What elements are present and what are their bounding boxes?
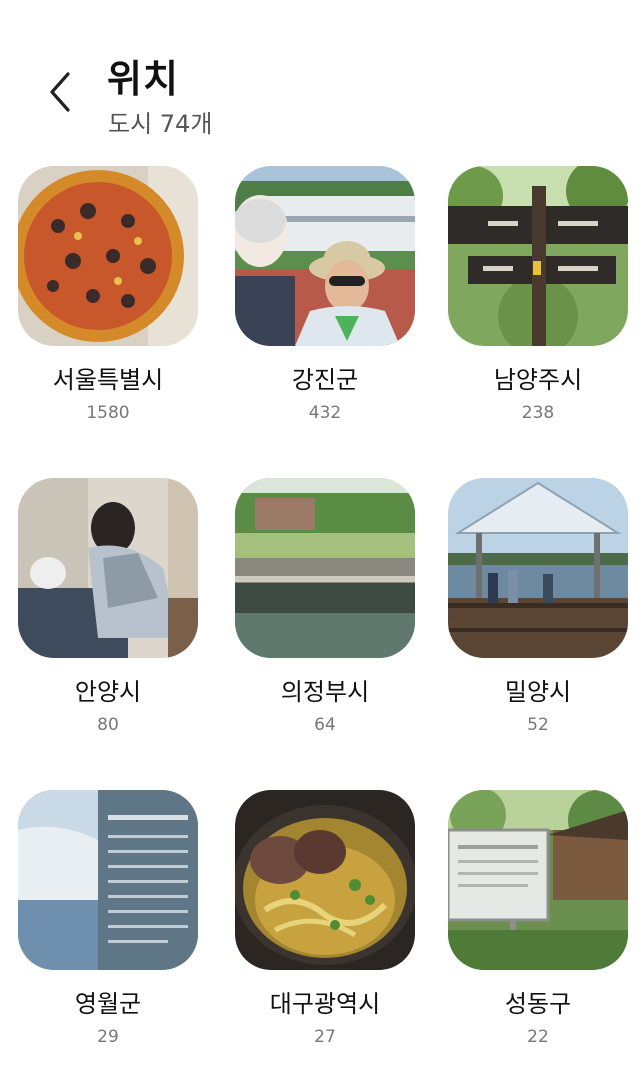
photo-count: 64 [314,715,336,735]
city-name: 의정부시 [280,678,370,706]
selfie-photo [235,166,415,346]
photo-count: 29 [97,1027,119,1047]
trail-sign-photo [448,166,628,346]
photo-count: 27 [314,1027,336,1047]
photo-count: 238 [521,403,555,423]
stream-photo [235,478,415,658]
signboard-photo [448,790,628,970]
city-name: 안양시 [74,678,142,706]
city-name: 서울특별시 [52,366,164,394]
photo-count: 432 [308,403,342,423]
location-tile[interactable]: 남양주시 238 [448,166,628,426]
clinic-photo [18,478,198,658]
location-tile[interactable]: 대구광역시 27 [235,790,415,1050]
city-name: 대구광역시 [269,990,381,1018]
photo-count: 1580 [86,403,130,423]
location-tile[interactable]: 성동구 22 [448,790,628,1050]
city-name: 성동구 [504,990,572,1018]
back-button[interactable] [36,64,84,120]
location-tile[interactable]: 강진군 432 [235,166,415,426]
city-name: 밀양시 [504,678,572,706]
city-count-subtitle: 도시 74개 [108,110,213,138]
pavilion-photo [448,478,628,658]
city-name: 남양주시 [493,366,583,394]
app-header: 위치 도시 74개 [0,0,644,150]
location-tile[interactable]: 밀양시 52 [448,478,628,738]
city-name: 강진군 [291,366,359,394]
info-board-photo [18,790,198,970]
location-tile[interactable]: 서울특별시 1580 [18,166,198,426]
location-tile[interactable]: 안양시 80 [18,478,198,738]
chevron-left-icon [50,72,70,112]
pizza-photo [18,166,198,346]
page-title: 위치 [107,57,179,101]
photo-count: 52 [527,715,549,735]
photo-count: 80 [97,715,119,735]
soup-photo [235,790,415,970]
photo-count: 22 [527,1027,549,1047]
location-tile[interactable]: 의정부시 64 [235,478,415,738]
city-name: 영월군 [74,990,142,1018]
location-tile[interactable]: 영월군 29 [18,790,198,1050]
